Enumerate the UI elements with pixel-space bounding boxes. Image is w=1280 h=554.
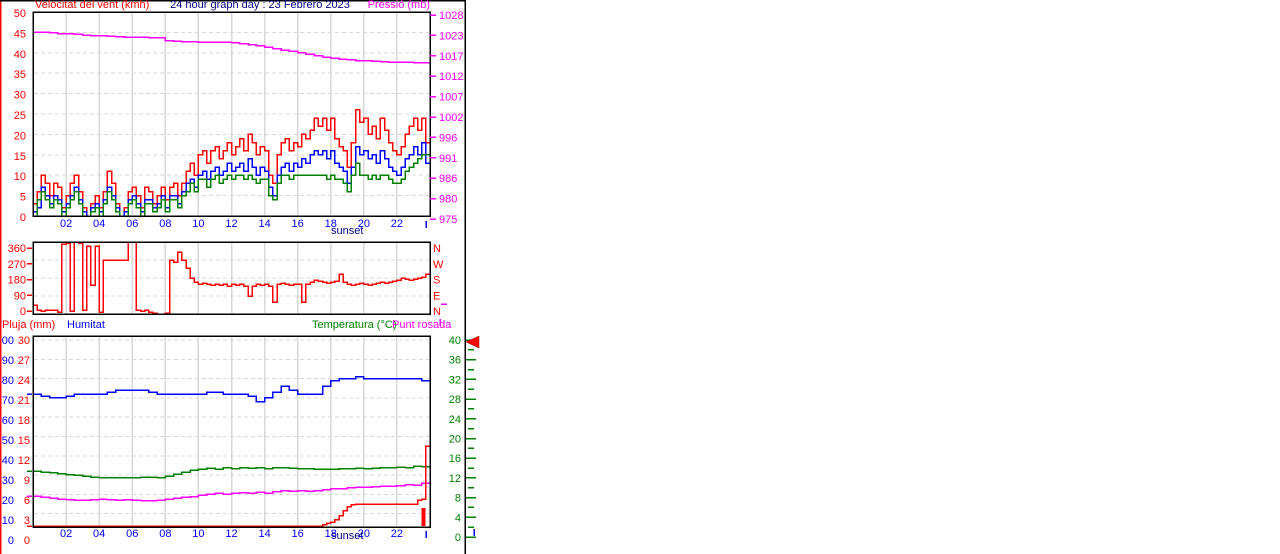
left-edge-accent [0, 0, 2, 554]
pressure-axis-tick-label: 975 [439, 214, 457, 226]
temperature-axis-tick-label: 20 [449, 434, 461, 446]
humidity-axis-tick-label: 50 [2, 435, 14, 447]
wind-axis-tick-label: 50 [14, 8, 26, 20]
x-axis-tick-label: 04 [93, 218, 105, 230]
pressure-axis-tick-label: 1028 [439, 10, 463, 22]
x-axis-tick-label: 12 [225, 528, 237, 540]
rain-axis-tick-label: 30 [18, 335, 30, 347]
temperature-axis-tick-label: 40 [449, 335, 461, 347]
direction-axis-tick-label: 90 [14, 290, 26, 302]
wind-axis-tick-label: 5 [20, 192, 26, 204]
dew-point-series-label: Punt rosada [392, 319, 452, 331]
humidity-series-label: Humitat [67, 319, 105, 331]
direction-axis-tick-label: 360 [8, 243, 26, 255]
pressure-axis-tick-label: 1012 [439, 71, 463, 83]
temperature-axis-tick-label: 36 [449, 355, 461, 367]
rain-series-label: Pluja (mm) [2, 319, 56, 331]
rain-axis-tick-label: 0 [24, 535, 30, 547]
rain-end-bar [421, 508, 426, 526]
rain-axis-tick-label: 18 [18, 415, 30, 427]
humidity-axis-tick-label: 100 [0, 335, 14, 347]
wind-axis-tick-label: 35 [14, 69, 26, 81]
humidity-axis-tick-label: 80 [2, 375, 14, 387]
pressure-axis-tick-label: 980 [439, 194, 457, 206]
pressure-axis-tick-label: 1002 [439, 112, 463, 124]
x-axis-tick-label: 06 [126, 218, 138, 230]
rain-axis-tick-label: 3 [24, 515, 30, 527]
x-axis-tick-label: 16 [292, 528, 304, 540]
pressure-axis-tick-label: 1017 [439, 51, 463, 63]
x-axis-tick-label: 06 [126, 528, 138, 540]
x-axis-tick-label: 12 [225, 218, 237, 230]
x-axis-tick-label: 04 [93, 528, 105, 540]
pressure-axis-tick-label: 991 [439, 153, 457, 165]
compass-direction-label: N [433, 243, 441, 255]
compass-direction-label: N [433, 306, 441, 318]
pressure-axis-title: Pressió (mb) [367, 0, 430, 11]
wind-axis-tick-label: 0 [20, 212, 26, 224]
weather-display-screen: 02 04 06 08 10 12 14 16 18 20 22 02 04 06 08 10 12 14 16 18… [0, 0, 1280, 554]
humidity-axis-tick-label: 40 [2, 455, 14, 467]
humidity-axis-tick-label: 60 [2, 415, 14, 427]
x-axis-tick-label: 14 [258, 528, 270, 540]
x-axis-tick-label: 10 [192, 218, 204, 230]
humidity-axis-tick-label: 30 [2, 475, 14, 487]
rain-axis-tick-label: 24 [18, 375, 30, 387]
x-axis-tick-label: 02 [60, 528, 72, 540]
x-axis-tick-label: 02 [60, 218, 72, 230]
x-axis-tick-label: 08 [159, 528, 171, 540]
x-axis-tick-label: 22 [391, 218, 403, 230]
compass-direction-label: S [433, 275, 440, 287]
temperature-axis-tick-label: 12 [449, 473, 461, 485]
humidity-axis-tick-label: 10 [2, 515, 14, 527]
pressure-axis-tick-label: 986 [439, 173, 457, 185]
temperature-axis-tick-label: 16 [449, 453, 461, 465]
humidity-axis-tick-label: 70 [2, 395, 14, 407]
pressure-axis-tick-label: 996 [439, 132, 457, 144]
rain-axis-tick-label: 21 [18, 395, 30, 407]
pressure-axis-tick-label: 1023 [439, 30, 463, 42]
humidity-axis-tick-label: 0 [8, 535, 14, 547]
wind-axis-tick-label: 30 [14, 90, 26, 102]
x-axis-tick-label: 08 [159, 218, 171, 230]
pressure-axis-tick-label: 1007 [439, 92, 463, 104]
temperature-axis-tick-label: 4 [455, 512, 461, 524]
temperature-axis-tick-label: 0 [455, 532, 461, 544]
current-value-arrow-marker [465, 335, 480, 349]
x-axis-tick-label: 14 [258, 218, 270, 230]
humidity-axis-tick-label: 20 [2, 495, 14, 507]
direction-axis-tick-label: 270 [8, 259, 26, 271]
temperature-axis-tick-label: 32 [449, 374, 461, 386]
direction-axis-tick-label: 180 [8, 275, 26, 287]
compass-direction-label: W [433, 259, 444, 271]
rain-axis-tick-label: 9 [24, 475, 30, 487]
wind-axis-tick-label: 45 [14, 28, 26, 40]
rain-axis-tick-label: 27 [18, 355, 30, 367]
temperature-axis-tick-label: 8 [455, 493, 461, 505]
sunset-annotation-bottom: sunset [331, 530, 364, 542]
temperature-axis-tick-label: 28 [449, 394, 461, 406]
x-axis-tick-label: 16 [292, 218, 304, 230]
temperature-axis-tick-label: 24 [449, 414, 461, 426]
wind-axis-tick-label: 25 [14, 110, 26, 122]
x-axis-tick-label: 22 [391, 528, 403, 540]
wind-axis-tick-label: 40 [14, 49, 26, 61]
temperature-series-label: Temperatura (°C) [312, 319, 397, 331]
wind-axis-tick-label: 10 [14, 171, 26, 183]
weather-graphs-canvas: 02 04 06 08 10 12 14 16 18 20 2202 04 06 08 10 12 14 16 18… [0, 0, 480, 554]
wind-axis-tick-label: 20 [14, 130, 26, 142]
compass-direction-label: E [433, 290, 440, 302]
rain-axis-tick-label: 12 [18, 455, 30, 467]
x-axis-tick-label: 10 [192, 528, 204, 540]
sunset-annotation-top: sunset [331, 225, 364, 237]
wind-axis-tick-label: 15 [14, 151, 26, 163]
direction-axis-tick-label: 0 [20, 306, 26, 318]
humidity-axis-tick-label: 90 [2, 355, 14, 367]
rain-axis-tick-label: 15 [18, 435, 30, 447]
